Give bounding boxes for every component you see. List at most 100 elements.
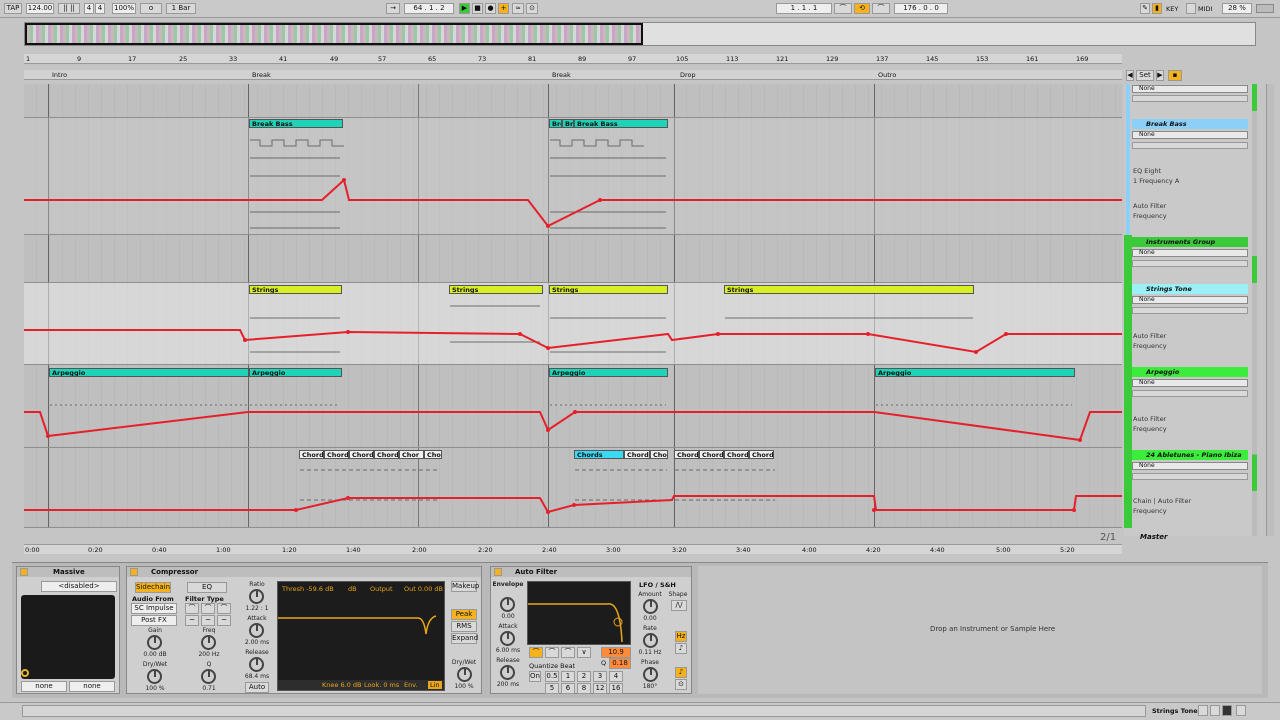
device-drop-area[interactable]: Drop an Instrument or Sample Here (698, 566, 1262, 694)
filter-type-lowpass[interactable]: ⌒ (185, 603, 199, 614)
sidechain-toggle[interactable]: Sidechain (135, 582, 171, 593)
q-knob[interactable] (201, 669, 216, 684)
massive-preset-chooser[interactable]: <disabled> (41, 581, 117, 592)
quantize-0-5[interactable]: 0.5 (545, 671, 559, 682)
expand-button[interactable]: Expand (451, 633, 478, 644)
loop-brace-button[interactable]: ▪ (1168, 70, 1182, 81)
quantize-6[interactable]: 6 (561, 683, 575, 694)
release-knob[interactable] (249, 657, 264, 672)
attack-knob[interactable] (249, 623, 264, 638)
quantize-1[interactable]: 1 (561, 671, 575, 682)
shape-chooser[interactable]: /\/ (671, 600, 687, 611)
quantize-3[interactable]: 3 (593, 671, 607, 682)
view-toggle-3[interactable] (1222, 705, 1232, 716)
massive-input-2[interactable]: none (69, 681, 115, 692)
massive-power-icon[interactable] (20, 568, 28, 576)
top-track-param-chooser[interactable] (1132, 95, 1248, 102)
makeup-button[interactable]: Makeup (451, 581, 479, 592)
filter-type-lp[interactable]: ⌒ (529, 647, 543, 658)
filter-type-bandpass[interactable]: ⌒ (201, 603, 215, 614)
device-auto-filter[interactable]: Auto Filter Envelope 0.00 Attack 6.00 ms… (490, 566, 692, 694)
piano-param-chooser[interactable] (1132, 473, 1248, 480)
quantize-8[interactable]: 8 (577, 683, 591, 694)
instruments-group-device-chooser[interactable]: None (1132, 249, 1248, 257)
strings-tone-device-chooser[interactable]: None (1132, 296, 1248, 304)
sidechain-source-chooser[interactable]: SC Impulse (131, 603, 177, 614)
automation-overlay[interactable] (0, 0, 1122, 530)
sidechain-eq-toggle[interactable]: EQ (187, 582, 227, 593)
filter-type-hp[interactable]: ⌒ (545, 647, 559, 658)
filter-display[interactable] (527, 581, 631, 645)
midi-map-toggle[interactable] (1186, 3, 1196, 14)
filter-type-highpass[interactable]: ⌒ (217, 603, 231, 614)
knee-readout[interactable]: Knee 6.0 dB (322, 681, 361, 689)
device-massive[interactable]: Massive <disabled> none none (16, 566, 120, 694)
break-bass-param-chooser[interactable] (1132, 142, 1248, 149)
peak-button[interactable]: Peak (451, 609, 477, 620)
set-locator-button[interactable]: Set (1136, 70, 1154, 81)
freq-knob[interactable] (201, 635, 216, 650)
track-header-strings-tone[interactable]: Strings Tone (1132, 284, 1248, 294)
filter-freq-readout[interactable]: 10.9 kHz (601, 647, 631, 665)
view-toggle-4[interactable] (1236, 705, 1246, 716)
thresh-readout[interactable]: Thresh -59.6 dB (282, 585, 334, 593)
next-locator-button[interactable]: ▶ (1156, 70, 1164, 81)
envelope-knob[interactable] (500, 597, 515, 612)
compressor-display[interactable]: Thresh -59.6 dB dB Output Out 0.00 dB Kn… (277, 581, 445, 691)
break-bass-device-chooser[interactable]: None (1132, 131, 1248, 139)
af-attack-knob[interactable] (500, 631, 515, 646)
auto-filter-power-icon[interactable] (494, 568, 502, 576)
massive-title[interactable]: Massive (17, 567, 119, 577)
rms-button[interactable]: RMS (451, 621, 477, 632)
massive-input-1[interactable]: none (21, 681, 67, 692)
gain-knob[interactable] (147, 635, 162, 650)
quantize-12[interactable]: 12 (593, 683, 607, 694)
time-ruler[interactable]: 0:00 0:20 0:40 1:00 1:20 1:40 2:00 2:20 … (24, 544, 1122, 554)
track-header-piano[interactable]: 24 Abletunes - Piano Ibiza (1132, 450, 1248, 460)
top-track-device-chooser[interactable]: None (1132, 85, 1248, 93)
prev-locator-button[interactable]: ◀ (1126, 70, 1134, 81)
instruments-group-param-chooser[interactable] (1132, 260, 1248, 267)
rate-sync-toggle[interactable]: ♪ (675, 643, 687, 654)
track-header-master[interactable]: Master (1140, 533, 1167, 541)
vertical-scrollbar[interactable] (1266, 84, 1274, 536)
arpeggio-param-chooser[interactable] (1132, 390, 1248, 397)
quantize-on-toggle[interactable]: On (529, 671, 541, 682)
lin-toggle[interactable]: Lin (428, 681, 442, 689)
filter-type-shelf[interactable]: ~ (217, 615, 231, 626)
arpeggio-device-chooser[interactable]: None (1132, 379, 1248, 387)
filter-type-peak[interactable]: ~ (185, 615, 199, 626)
track-header-arpeggio[interactable]: Arpeggio (1132, 367, 1248, 377)
phase-mode-icon[interactable]: ♪ (675, 667, 687, 678)
filter-type-notch[interactable]: ∨ (577, 647, 591, 658)
piano-device-chooser[interactable]: None (1132, 462, 1248, 470)
key-map-toggle[interactable]: ▮ (1152, 3, 1162, 14)
quantize-5[interactable]: 5 (545, 683, 559, 694)
strings-tone-param-chooser[interactable] (1132, 307, 1248, 314)
ratio-knob[interactable] (249, 589, 264, 604)
track-header-instruments-group[interactable]: Instruments Group (1132, 237, 1248, 247)
filter-q-readout[interactable]: 0.18 (609, 658, 631, 669)
quantize-4[interactable]: 4 (609, 671, 623, 682)
device-compressor[interactable]: Compressor Sidechain EQ Audio From Filte… (126, 566, 482, 694)
auto-filter-title[interactable]: Auto Filter (491, 567, 691, 577)
spin-mode-icon[interactable]: ⊙ (675, 679, 687, 690)
track-header-break-bass[interactable]: Break Bass (1132, 119, 1248, 129)
amount-knob[interactable] (643, 599, 658, 614)
quantize-16[interactable]: 16 (609, 683, 623, 694)
massive-plugin-window[interactable] (21, 595, 115, 679)
phase-knob[interactable] (643, 667, 658, 682)
drywet-sc-knob[interactable] (147, 669, 162, 684)
view-toggle-2[interactable] (1210, 705, 1220, 716)
compressor-title[interactable]: Compressor (127, 567, 481, 577)
draw-mode-button[interactable]: ✎ (1140, 3, 1150, 14)
filter-type-bp[interactable]: ⌒ (561, 647, 575, 658)
rate-knob[interactable] (643, 633, 658, 648)
auto-release-button[interactable]: Auto (245, 682, 269, 693)
af-release-knob[interactable] (500, 665, 515, 680)
compressor-power-icon[interactable] (130, 568, 138, 576)
drywet-knob[interactable] (457, 667, 472, 682)
look-readout[interactable]: Look. 0 ms (364, 681, 399, 689)
rate-hz-toggle[interactable]: Hz (675, 631, 687, 642)
sidechain-tap-chooser[interactable]: Post FX (131, 615, 177, 626)
